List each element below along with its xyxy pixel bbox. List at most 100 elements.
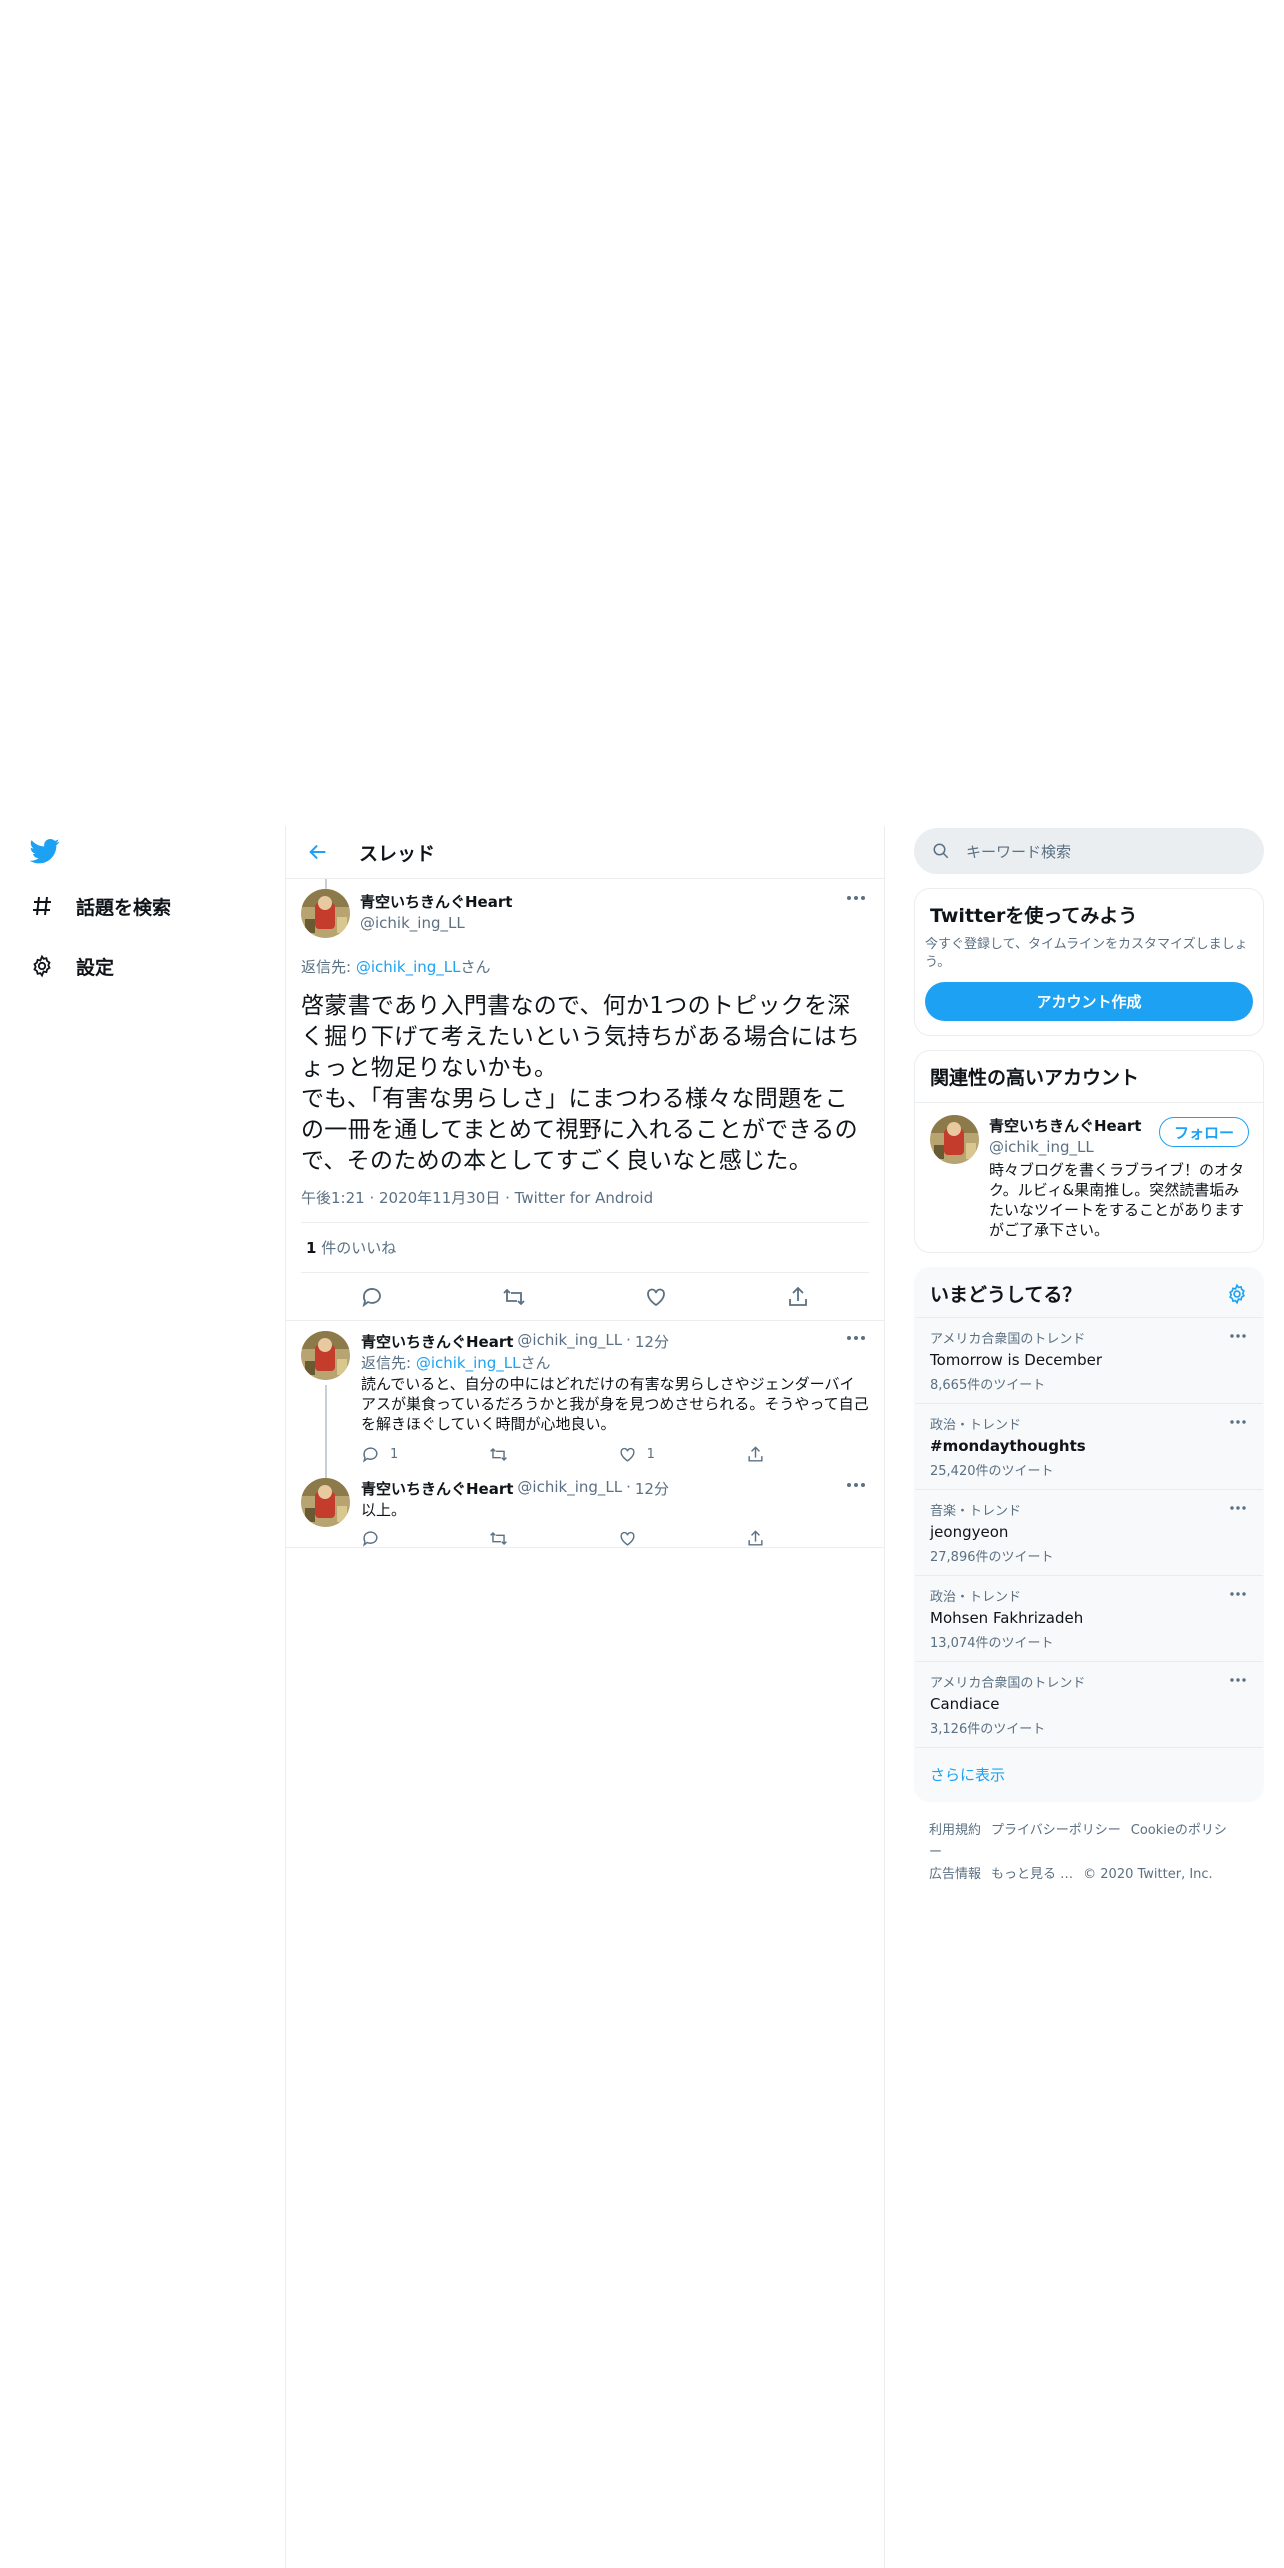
footer-link[interactable]: 利用規約 (929, 1823, 981, 1838)
reply-to: 返信先: @ichik_ing_LLさん (301, 956, 869, 977)
trend-count: 3,126件のツイート (930, 1722, 1046, 1737)
avatar[interactable] (301, 1478, 350, 1527)
retweet-button[interactable] (489, 1529, 569, 1548)
trend-context: 政治・トレンド (930, 1418, 1022, 1433)
tweet-actions (301, 1273, 869, 1320)
back-arrow-icon[interactable] (301, 835, 335, 869)
display-name[interactable]: 青空いちきんぐHeart (361, 1331, 513, 1352)
more-options-icon[interactable] (844, 1478, 868, 1492)
share-icon[interactable] (786, 1285, 810, 1309)
tweet-meta: 午後1:21 · 2020年11月30日 · Twitter for Andro… (301, 1187, 869, 1223)
reply-icon[interactable] (360, 1285, 384, 1309)
trend-item[interactable]: アメリカ合衆国のトレンド Candiace 3,126件のツイート (915, 1662, 1263, 1748)
user-handle[interactable]: @ichik_ing_LL (517, 1331, 622, 1352)
trends-title: いまどうしてる？ (930, 1284, 1082, 1306)
user-handle[interactable]: @ichik_ing_LL (517, 1478, 622, 1499)
like-button[interactable]: 1 (618, 1445, 698, 1464)
reply-to-handle[interactable]: @ichik_ing_LL (356, 958, 461, 976)
share-button[interactable] (746, 1445, 786, 1464)
related-account[interactable]: 青空いちきんぐHeart @ichik_ing_LL 時々ブログを書くラブライブ… (915, 1102, 1263, 1252)
reply-icon (362, 1446, 378, 1463)
footer-link[interactable]: もっと見る … (991, 1867, 1073, 1882)
retweet-icon[interactable] (502, 1285, 526, 1309)
nav-settings[interactable]: 設定 (28, 946, 114, 986)
thread-connector (325, 1385, 327, 1479)
nav-explore-label: 話題を検索 (76, 896, 172, 919)
trend-count: 27,896件のツイート (930, 1550, 1054, 1565)
trend-name: Tomorrow is December (930, 1351, 1103, 1369)
reply-suffix: さん (520, 1354, 551, 1372)
like-label: 件のいいね (321, 1239, 397, 1257)
separator-dot: · (626, 1331, 631, 1349)
reply-prefix: 返信先: (361, 1354, 416, 1372)
reply-tweet[interactable]: 青空いちきんぐHeart @ichik_ing_LL · 12分 以上。 (286, 1468, 884, 1548)
more-options-icon[interactable] (844, 1331, 868, 1345)
more-options-icon[interactable] (1227, 1502, 1249, 1514)
thread-header: スレッド (286, 826, 884, 879)
trend-name: #mondaythoughts (930, 1437, 1086, 1455)
search-input[interactable]: キーワード検索 (914, 828, 1264, 874)
user-handle[interactable]: @ichik_ing_LL (360, 914, 512, 932)
footer-link[interactable]: プライバシーポリシー (991, 1823, 1121, 1838)
footer-link[interactable]: 広告情報 (929, 1867, 981, 1882)
thread-connector (325, 879, 327, 889)
retweet-icon (490, 1531, 508, 1545)
reply-to: 返信先: @ichik_ing_LLさん (361, 1353, 869, 1373)
trend-item[interactable]: 音楽・トレンド jeongyeon 27,896件のツイート (915, 1490, 1263, 1576)
trend-context: 音楽・トレンド (930, 1504, 1022, 1519)
trend-item[interactable]: アメリカ合衆国のトレンド Tomorrow is December 8,665件のツ… (915, 1318, 1263, 1404)
trend-item[interactable]: 政治・トレンド #mondaythoughts 25,420件のツイート (915, 1404, 1263, 1490)
trends-card: いまどうしてる？ アメリカ合衆国のトレンド Tomorrow is Decembe… (914, 1267, 1264, 1802)
avatar[interactable] (301, 1331, 350, 1380)
more-options-icon[interactable] (844, 891, 868, 905)
retweet-button[interactable] (489, 1445, 569, 1464)
tweet-age[interactable]: 12分 (635, 1478, 669, 1499)
tweet-text: 以上。 (361, 1501, 407, 1519)
more-options-icon[interactable] (1227, 1330, 1249, 1342)
avatar[interactable] (301, 889, 350, 938)
trend-name: Candiace (930, 1695, 1000, 1713)
nav-settings-label: 設定 (76, 956, 115, 979)
twitter-logo-icon[interactable] (28, 836, 62, 866)
like-icon (620, 1531, 635, 1546)
tweet-date[interactable]: 2020年11月30日 (379, 1189, 500, 1207)
trend-count: 13,074件のツイート (930, 1636, 1054, 1651)
reply-tweet[interactable]: 青空いちきんぐHeart @ichik_ing_LL · 12分 返信先: @i… (286, 1320, 884, 1479)
more-options-icon[interactable] (1227, 1674, 1249, 1686)
like-button[interactable] (618, 1529, 698, 1548)
like-count: 1 (306, 1239, 317, 1257)
signup-desc: 今すぐ登録して、タイムラインをカスタマイズしましょう。 (925, 937, 1248, 970)
tweet-source[interactable]: Twitter for Android (515, 1189, 653, 1207)
more-options-icon[interactable] (1227, 1588, 1249, 1600)
page-title: スレッド (359, 842, 436, 865)
trend-context: 政治・トレンド (930, 1590, 1022, 1605)
share-icon (748, 1529, 763, 1546)
reply-button[interactable] (361, 1529, 441, 1548)
share-button[interactable] (746, 1529, 786, 1548)
reply-suffix: さん (460, 958, 491, 976)
reply-button[interactable]: 1 (361, 1445, 441, 1464)
reply-count: 1 (390, 1446, 399, 1462)
like-icon[interactable] (644, 1285, 668, 1309)
thread-column: スレッド 青空いちきんぐHeart @ichik_ing_LL 返信先: @ic… (285, 826, 885, 2568)
like-count: 1 (646, 1446, 655, 1462)
follow-button[interactable]: フォロー (1158, 1117, 1249, 1147)
create-account-button[interactable]: アカウント作成 (925, 982, 1253, 1021)
reply-prefix: 返信先: (301, 958, 356, 976)
more-options-icon[interactable] (1227, 1416, 1249, 1428)
nav-explore[interactable]: 話題を検索 (28, 886, 171, 926)
trend-item[interactable]: 政治・トレンド Mohsen Fakhrizadeh 13,074件のツイート (915, 1576, 1263, 1662)
gear-icon[interactable] (1226, 1283, 1248, 1305)
avatar[interactable] (930, 1115, 979, 1164)
right-sidebar: キーワード検索 Twitterを使ってみよう 今すぐ登録して、タイムラインをカス… (914, 826, 1264, 1904)
display-name[interactable]: 青空いちきんぐHeart (361, 1478, 513, 1499)
display-name[interactable]: 青空いちきんぐHeart (360, 891, 512, 912)
reply-to-handle[interactable]: @ichik_ing_LL (416, 1354, 521, 1372)
tweet-time[interactable]: 午後1:21 (301, 1189, 365, 1207)
likes-summary[interactable]: 1 件のいいね (301, 1223, 869, 1273)
trend-count: 8,665件のツイート (930, 1378, 1046, 1393)
trend-name: jeongyeon (930, 1523, 1009, 1541)
reply-icon (362, 1530, 378, 1547)
tweet-age[interactable]: 12分 (635, 1331, 669, 1352)
show-more-link[interactable]: さらに表示 (915, 1748, 1263, 1801)
